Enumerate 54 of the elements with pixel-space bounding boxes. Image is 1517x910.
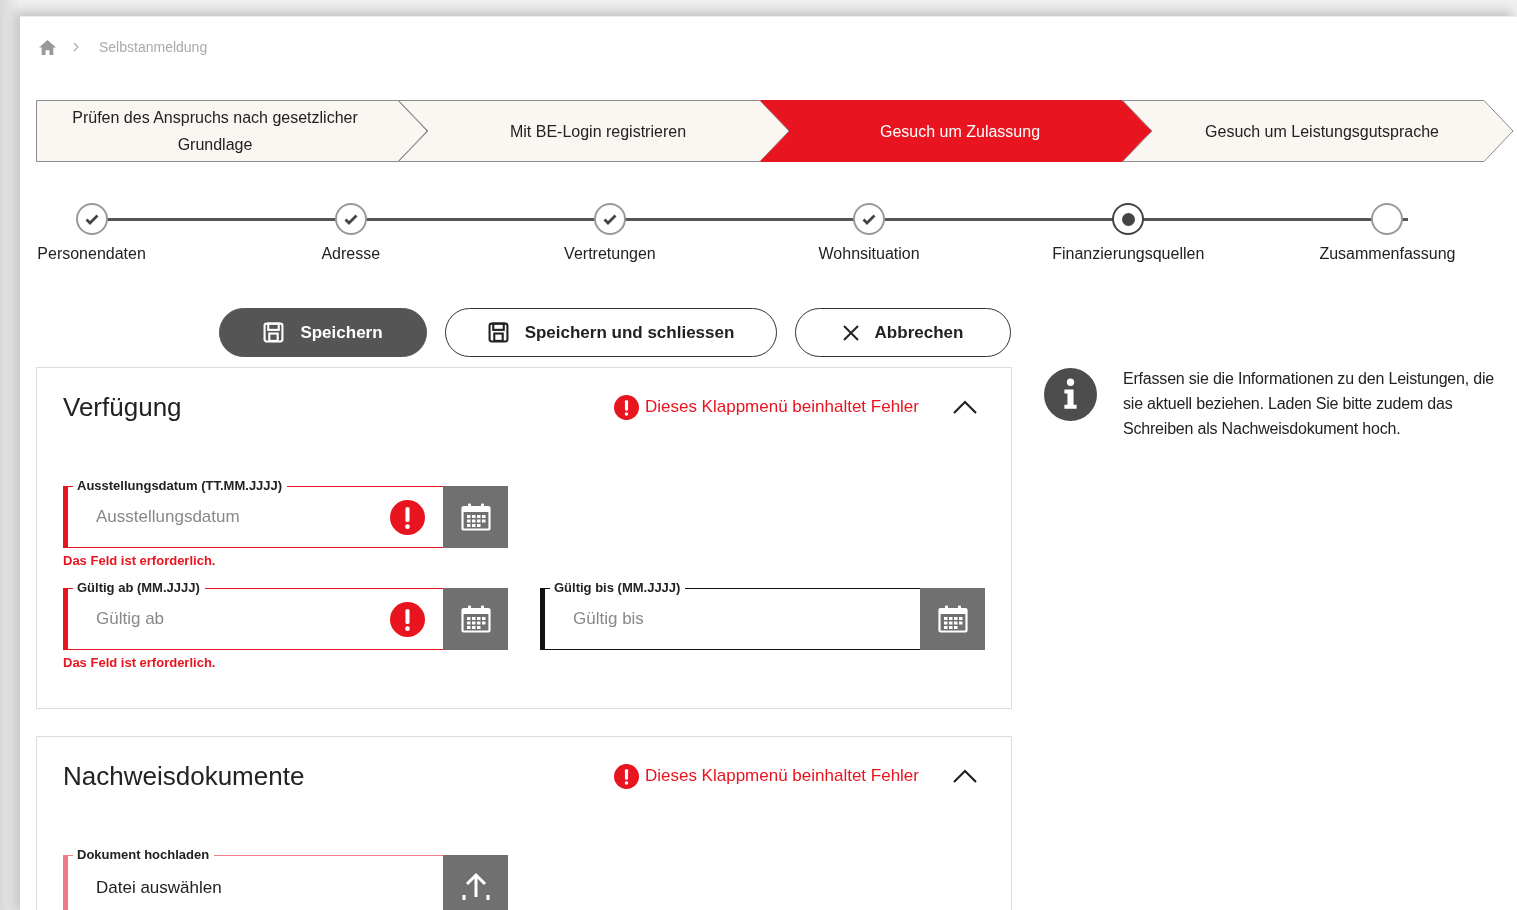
check-icon (343, 213, 358, 225)
step-label: Vertretungen (564, 245, 656, 263)
info-icon (1044, 368, 1097, 421)
panel-error-text: Dieses Klappmenü beinhaltet Fehler (644, 397, 919, 417)
step-node[interactable] (1371, 203, 1404, 235)
error-message: Das Feld ist erforderlich. (63, 655, 217, 670)
upload-button[interactable] (443, 855, 508, 910)
step-node[interactable] (1112, 203, 1145, 235)
check-icon (602, 213, 617, 225)
calendar-icon (937, 605, 968, 633)
calendar-icon (460, 503, 491, 531)
calendar-icon (460, 605, 491, 633)
process-step[interactable]: Mit BE-Login registrieren (398, 100, 790, 162)
chevron-right-icon (73, 42, 79, 52)
step-label: Zusammenfassung (1319, 245, 1456, 263)
date-input[interactable]: Gültig ab (68, 604, 390, 634)
step-node[interactable] (593, 203, 626, 235)
date-input[interactable]: Gültig bis (545, 604, 920, 634)
field-label: Ausstellungsdatum (TT.MM.JJJJ) (73, 478, 288, 494)
step-node[interactable] (75, 203, 108, 235)
save-button[interactable]: Speichern und schliessen (445, 308, 777, 357)
step-node[interactable] (853, 203, 886, 235)
check-icon (862, 213, 877, 225)
step-label: Wohnsituation (818, 245, 920, 263)
step-label: Finanzierungsquellen (1052, 245, 1205, 263)
error-message: Das Feld ist erforderlich. (63, 553, 217, 568)
process-step[interactable]: Prüfen des Anspruchs nach gesetzlicher Grundlage (36, 100, 428, 162)
process-step[interactable]: Gesuch um Zulassung (760, 100, 1152, 162)
error-icon (390, 601, 425, 637)
home-icon[interactable] (39, 39, 56, 55)
calendar-button[interactable] (443, 588, 508, 650)
error-icon (613, 394, 639, 420)
error-icon (613, 763, 639, 789)
chevron-up-icon (953, 769, 977, 783)
error-icon (390, 499, 425, 535)
cancel-button[interactable]: Abbrechen (795, 308, 1011, 357)
panel-error-text: Dieses Klappmenü beinhaltet Fehler (644, 766, 919, 786)
step-label: Adresse (321, 245, 381, 263)
calendar-button[interactable] (920, 588, 985, 650)
panel-title: Nachweisdokumente (63, 760, 306, 792)
process-step[interactable]: Gesuch um Leistungsgutsprache (1122, 100, 1514, 162)
calendar-button[interactable] (443, 486, 508, 548)
save-button[interactable]: Speichern (219, 308, 427, 357)
check-icon (84, 213, 99, 225)
info-text: Erfassen sie die Informationen zu den Leistungen, die sie aktuell beziehen. Laden Sie bitte zudem das Schreiben als Nachweisdokument hoch. (1123, 369, 1495, 439)
field-label: Gültig bis (MM.JJJJ) (550, 580, 686, 596)
date-input[interactable]: Ausstellungsdatum (68, 502, 390, 532)
panel-title: Verfügung (63, 391, 183, 423)
close-icon (842, 324, 859, 341)
step-label: Personendaten (37, 245, 146, 263)
step-node[interactable] (334, 203, 367, 235)
field-label: Gültig ab (MM.JJJJ) (73, 580, 205, 596)
upload-icon (460, 871, 491, 901)
chevron-up-icon (953, 400, 977, 414)
